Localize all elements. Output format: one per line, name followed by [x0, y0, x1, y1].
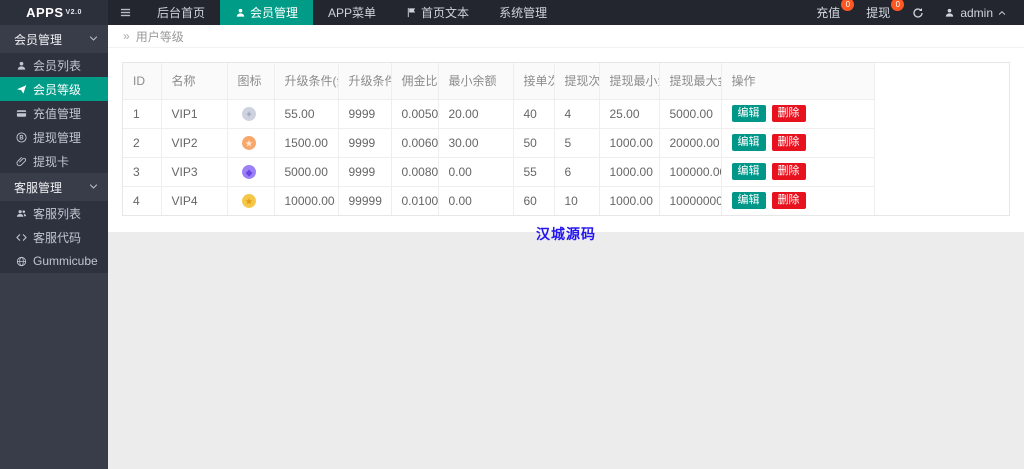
sidebar-item-service-code[interactable]: 客服代码: [0, 225, 108, 249]
hamburger-icon: [119, 7, 132, 18]
edit-button[interactable]: 编辑: [731, 134, 766, 151]
table-header-row: ID 名称 图标 升级条件(余额) 升级条件(邀请) 佣金比例 最小余额 接单次…: [123, 63, 875, 100]
username: admin: [960, 5, 993, 20]
chevron-down-icon: [89, 182, 98, 191]
col-withdraw-min: 提现最小金额: [599, 63, 660, 100]
svg-text:★: ★: [244, 138, 252, 148]
sidebar-item-recharge-mgmt[interactable]: 充值管理: [0, 101, 108, 125]
paperclip-icon: [16, 156, 27, 167]
nav-item-home[interactable]: 后台首页: [142, 0, 220, 25]
edit-button[interactable]: 编辑: [731, 163, 766, 180]
nav-item-home-text[interactable]: 首页文本: [391, 0, 484, 25]
svg-text:★: ★: [244, 196, 252, 206]
refresh-icon: [912, 7, 924, 19]
medal-purple-icon: ◆: [241, 164, 256, 179]
user-icon: [944, 7, 955, 18]
menu-toggle-button[interactable]: [108, 0, 142, 25]
content-panel: ID 名称 图标 升级条件(余额) 升级条件(邀请) 佣金比例 最小余额 接单次…: [108, 48, 1024, 232]
delete-button[interactable]: 删除: [771, 105, 806, 122]
edit-button[interactable]: 编辑: [731, 105, 766, 122]
user-menu[interactable]: admin: [936, 6, 1014, 20]
refresh-button[interactable]: [906, 7, 930, 19]
credit-card-icon: [16, 108, 27, 119]
col-upgrade-invite: 升级条件(邀请): [338, 63, 392, 100]
col-icon: 图标: [227, 63, 275, 100]
table-row: 3 VIP3 ◆ 5000.00 9999 0.0080 0.00 55 6 1…: [123, 157, 875, 187]
col-actions: 操作: [721, 63, 875, 100]
users-icon: [16, 208, 27, 219]
main-area: » 用户等级 ID 名称 图标 升级条件(余额) 升级条件(邀请) 佣: [108, 25, 1024, 469]
medal-silver-icon: ✦: [241, 106, 256, 121]
col-commission: 佣金比例: [391, 63, 439, 100]
sidebar-section-members[interactable]: 会员管理: [0, 25, 108, 53]
nav-item-system[interactable]: 系统管理: [484, 0, 562, 25]
code-icon: [16, 232, 27, 243]
sidebar-item-withdraw-mgmt[interactable]: 提现管理: [0, 125, 108, 149]
nav-item-app-menu[interactable]: APP菜单: [313, 0, 391, 25]
col-withdraw-max: 提现最大金额: [659, 63, 722, 100]
svg-text:◆: ◆: [245, 167, 253, 177]
chevron-up-icon: [998, 9, 1006, 17]
app-version: V2.0: [65, 9, 82, 16]
table-row: 4 VIP4 ★ 10000.00 99999 0.0100 0.00 60 1…: [123, 186, 875, 215]
svg-text:✦: ✦: [245, 109, 253, 119]
user-icon: [235, 7, 246, 18]
edit-button[interactable]: 编辑: [731, 192, 766, 210]
paper-plane-icon: [16, 84, 27, 95]
sidebar-item-service-list[interactable]: 客服列表: [0, 201, 108, 225]
user-icon: [16, 60, 27, 71]
medal-gold-icon: ★: [241, 193, 256, 208]
col-orders: 接单次数: [513, 63, 555, 100]
recharge-badge: 0: [841, 0, 855, 11]
breadcrumb-separator: »: [123, 29, 130, 43]
withdraw-button[interactable]: 提现 0: [856, 0, 905, 21]
top-nav: 后台首页 会员管理 APP菜单 首页文本 系统管理: [142, 0, 562, 25]
sidebar-item-gummicube[interactable]: Gummicube: [0, 249, 108, 273]
breadcrumb: » 用户等级: [108, 25, 1024, 48]
recharge-button[interactable]: 充值 0: [806, 0, 855, 21]
delete-button[interactable]: 删除: [771, 134, 806, 151]
bitcoin-icon: [16, 132, 27, 143]
top-header: APPS V2.0 后台首页 会员管理 APP菜单 首页文本 系统管理 充值 0 …: [0, 0, 1024, 25]
globe-icon: [16, 256, 27, 267]
sidebar: 会员管理 会员列表 会员等级 充值管理 提现管理 提现卡 客服管理 客服列表 客…: [0, 25, 108, 469]
table-empty-column: [874, 63, 1009, 215]
col-withdraw-times: 提现次数: [554, 63, 600, 100]
app-logo: APPS V2.0: [0, 0, 108, 25]
medal-orange-icon: ★: [241, 135, 256, 150]
chevron-down-icon: [89, 34, 98, 43]
sidebar-item-member-list[interactable]: 会员列表: [0, 53, 108, 77]
sidebar-item-member-level[interactable]: 会员等级: [0, 77, 108, 101]
vip-level-table: ID 名称 图标 升级条件(余额) 升级条件(邀请) 佣金比例 最小余额 接单次…: [123, 63, 875, 215]
delete-button[interactable]: 删除: [771, 163, 806, 180]
delete-button[interactable]: 删除: [771, 192, 806, 210]
page-title: 用户等级: [135, 29, 184, 44]
col-id: ID: [123, 63, 162, 100]
nav-item-members[interactable]: 会员管理: [220, 0, 314, 25]
col-upgrade-balance: 升级条件(余额): [274, 63, 339, 100]
table-card: ID 名称 图标 升级条件(余额) 升级条件(邀请) 佣金比例 最小余额 接单次…: [122, 62, 1010, 216]
table-row: 2 VIP2 ★ 1500.00 9999 0.0060 30.00 50 5 …: [123, 128, 875, 158]
sidebar-section-service[interactable]: 客服管理: [0, 173, 108, 201]
flag-icon: [406, 7, 417, 18]
withdraw-badge: 0: [891, 0, 905, 11]
app-logo-text: APPS: [26, 5, 64, 20]
col-min-balance: 最小余额: [438, 63, 514, 100]
table-row: 1 VIP1 ✦ 55.00 9999 0.0050 20.00 40 4 25…: [123, 99, 875, 129]
col-name: 名称: [161, 63, 228, 100]
header-right: 充值 0 提现 0 admin: [806, 0, 1024, 25]
sidebar-item-withdraw-card[interactable]: 提现卡: [0, 149, 108, 173]
